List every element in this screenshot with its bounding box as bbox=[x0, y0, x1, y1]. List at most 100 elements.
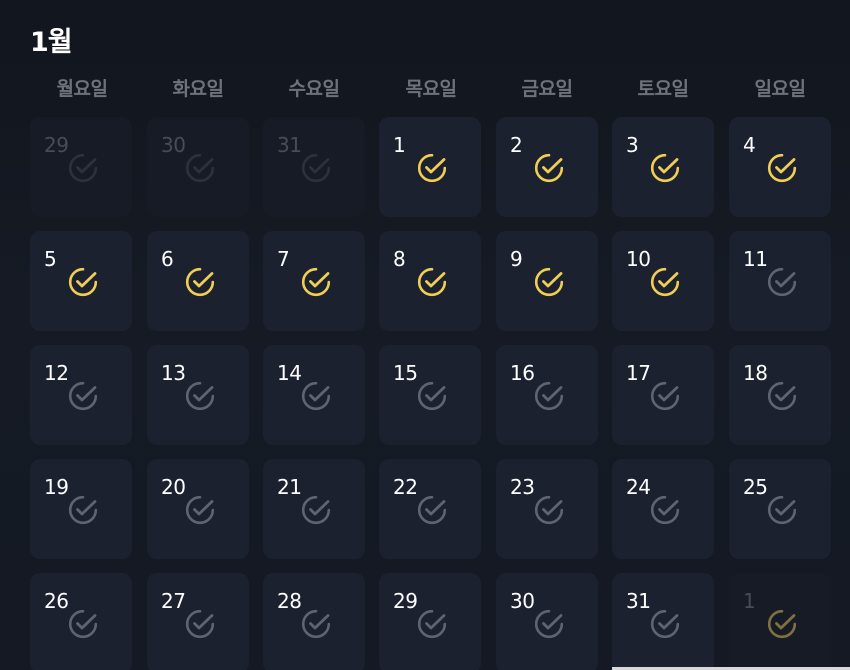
day-number: 12 bbox=[44, 361, 69, 385]
check-circle-filled-icon bbox=[650, 153, 680, 183]
check-circle-icon bbox=[185, 153, 215, 183]
day-number: 17 bbox=[626, 361, 651, 385]
day-number: 6 bbox=[161, 247, 174, 271]
check-circle-icon bbox=[767, 267, 797, 297]
day-number: 21 bbox=[277, 475, 302, 499]
calendar-day-cell[interactable]: 8 bbox=[379, 231, 481, 331]
calendar-day-cell[interactable]: 23 bbox=[496, 459, 598, 559]
check-circle-icon bbox=[301, 381, 331, 411]
check-circle-filled-icon bbox=[185, 267, 215, 297]
check-circle-icon bbox=[650, 381, 680, 411]
check-circle-filled-icon bbox=[68, 267, 98, 297]
calendar-day-cell[interactable]: 9 bbox=[496, 231, 598, 331]
day-number: 26 bbox=[44, 589, 69, 613]
calendar-day-cell[interactable]: 1 bbox=[729, 573, 831, 670]
day-number: 2 bbox=[510, 133, 523, 157]
day-number: 18 bbox=[743, 361, 768, 385]
check-circle-filled-icon bbox=[417, 267, 447, 297]
calendar-day-cell[interactable]: 28 bbox=[263, 573, 365, 670]
day-number: 3 bbox=[626, 133, 639, 157]
day-number: 28 bbox=[277, 589, 302, 613]
check-circle-filled-icon bbox=[534, 267, 564, 297]
calendar-day-cell[interactable]: 6 bbox=[147, 231, 249, 331]
calendar-day-cell[interactable]: 27 bbox=[147, 573, 249, 670]
calendar-day-cell[interactable]: 3 bbox=[612, 117, 714, 217]
day-number: 1 bbox=[743, 589, 756, 613]
day-number: 20 bbox=[161, 475, 186, 499]
calendar-day-cell[interactable]: 12 bbox=[30, 345, 132, 445]
calendar-day-cell[interactable]: 31 bbox=[612, 573, 714, 670]
calendar-day-cell[interactable]: 2 bbox=[496, 117, 598, 217]
check-circle-icon bbox=[301, 495, 331, 525]
check-circle-icon bbox=[534, 609, 564, 639]
day-number: 14 bbox=[277, 361, 302, 385]
calendar-day-cell[interactable]: 29 bbox=[379, 573, 481, 670]
day-number: 8 bbox=[393, 247, 406, 271]
day-number: 1 bbox=[393, 133, 406, 157]
day-number: 22 bbox=[393, 475, 418, 499]
calendar-day-cell[interactable]: 21 bbox=[263, 459, 365, 559]
calendar-day-cell[interactable]: 5 bbox=[30, 231, 132, 331]
calendar-day-cell[interactable]: 13 bbox=[147, 345, 249, 445]
calendar-day-cell[interactable]: 31 bbox=[263, 117, 365, 217]
day-number: 10 bbox=[626, 247, 651, 271]
day-number: 30 bbox=[161, 133, 186, 157]
calendar-day-cell[interactable]: 30 bbox=[496, 573, 598, 670]
day-number: 27 bbox=[161, 589, 186, 613]
check-circle-filled-icon bbox=[301, 267, 331, 297]
calendar-day-cell[interactable]: 7 bbox=[263, 231, 365, 331]
calendar-day-cell[interactable]: 22 bbox=[379, 459, 481, 559]
day-number: 15 bbox=[393, 361, 418, 385]
day-number: 4 bbox=[743, 133, 756, 157]
calendar-day-cell[interactable]: 30 bbox=[147, 117, 249, 217]
day-number: 19 bbox=[44, 475, 69, 499]
check-circle-icon bbox=[68, 381, 98, 411]
check-circle-icon bbox=[185, 495, 215, 525]
day-number: 16 bbox=[510, 361, 535, 385]
calendar-grid: 29 30 31 1 2 3 4 5 6 7 8 9 10 11 12 13 14 15 16 17 18 19 20 21 2… bbox=[0, 0, 850, 670]
calendar-day-cell[interactable]: 1 bbox=[379, 117, 481, 217]
check-circle-icon bbox=[301, 609, 331, 639]
check-circle-icon bbox=[417, 381, 447, 411]
check-circle-filled-icon bbox=[767, 609, 797, 639]
calendar-day-cell[interactable]: 14 bbox=[263, 345, 365, 445]
check-circle-icon bbox=[68, 153, 98, 183]
check-circle-icon bbox=[417, 495, 447, 525]
calendar-day-cell[interactable]: 24 bbox=[612, 459, 714, 559]
calendar-day-cell[interactable]: 4 bbox=[729, 117, 831, 217]
check-circle-filled-icon bbox=[534, 153, 564, 183]
calendar-day-cell[interactable]: 19 bbox=[30, 459, 132, 559]
check-circle-icon bbox=[185, 609, 215, 639]
day-number: 31 bbox=[626, 589, 651, 613]
check-circle-icon bbox=[767, 381, 797, 411]
day-number: 30 bbox=[510, 589, 535, 613]
calendar-day-cell[interactable]: 20 bbox=[147, 459, 249, 559]
calendar-day-cell[interactable]: 16 bbox=[496, 345, 598, 445]
check-circle-filled-icon bbox=[767, 153, 797, 183]
calendar-day-cell[interactable]: 26 bbox=[30, 573, 132, 670]
calendar-day-cell[interactable]: 17 bbox=[612, 345, 714, 445]
check-circle-icon bbox=[185, 381, 215, 411]
calendar-day-cell[interactable]: 11 bbox=[729, 231, 831, 331]
day-number: 11 bbox=[743, 247, 768, 271]
day-number: 29 bbox=[44, 133, 69, 157]
check-circle-filled-icon bbox=[417, 153, 447, 183]
calendar-day-cell[interactable]: 25 bbox=[729, 459, 831, 559]
check-circle-icon bbox=[68, 495, 98, 525]
calendar-day-cell[interactable]: 18 bbox=[729, 345, 831, 445]
day-number: 25 bbox=[743, 475, 768, 499]
day-number: 13 bbox=[161, 361, 186, 385]
check-circle-icon bbox=[301, 153, 331, 183]
calendar-day-cell[interactable]: 15 bbox=[379, 345, 481, 445]
check-circle-icon bbox=[534, 381, 564, 411]
check-circle-filled-icon bbox=[650, 267, 680, 297]
check-circle-icon bbox=[650, 495, 680, 525]
check-circle-icon bbox=[650, 609, 680, 639]
calendar-day-cell[interactable]: 29 bbox=[30, 117, 132, 217]
day-number: 29 bbox=[393, 589, 418, 613]
day-number: 5 bbox=[44, 247, 57, 271]
check-circle-icon bbox=[417, 609, 447, 639]
calendar-day-cell[interactable]: 10 bbox=[612, 231, 714, 331]
day-number: 24 bbox=[626, 475, 651, 499]
check-circle-icon bbox=[68, 609, 98, 639]
